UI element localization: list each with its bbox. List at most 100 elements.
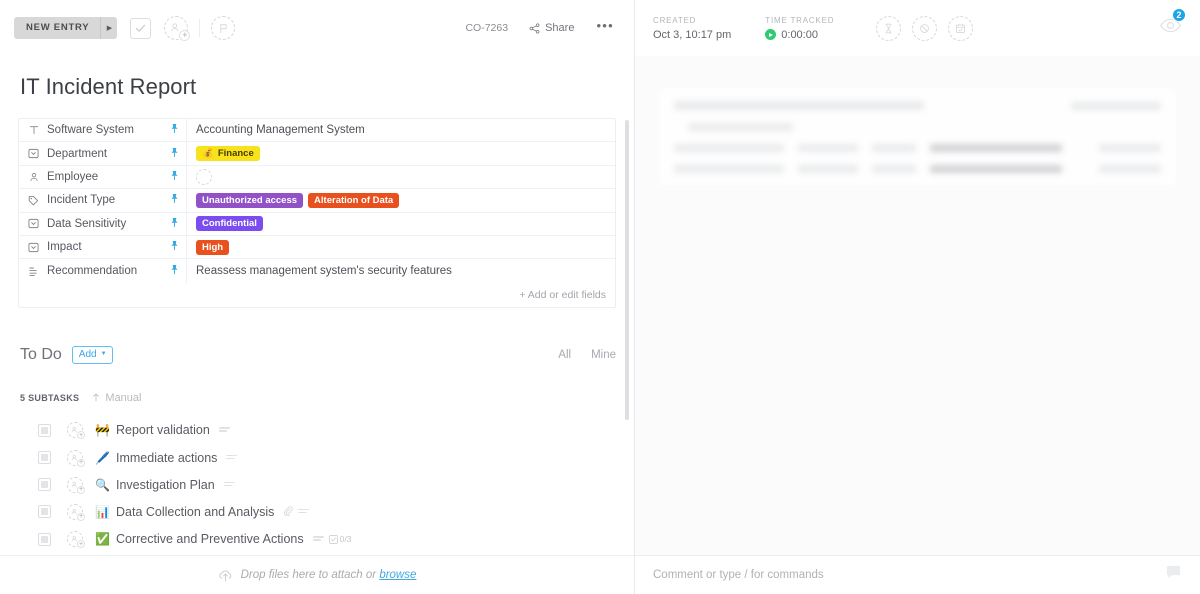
pin-icon[interactable]	[170, 191, 179, 209]
sort-order-button[interactable]: Manual	[92, 392, 141, 404]
subtask-assignee-button[interactable]: +	[67, 476, 85, 494]
field-value-cell[interactable]: 💰 Finance	[187, 142, 615, 164]
avatar-placeholder[interactable]	[196, 168, 212, 185]
description-icon	[312, 536, 324, 542]
field-value-cell[interactable]: Reassess management system's security fe…	[187, 259, 615, 282]
tag-chip[interactable]: Confidential	[196, 216, 263, 232]
field-row-incident-type[interactable]: Incident Type Unauthorized access Altera…	[19, 189, 615, 213]
filter-all[interactable]: All	[558, 349, 571, 361]
field-row-impact[interactable]: Impact High	[19, 235, 615, 260]
subtask-status-checkbox[interactable]	[38, 505, 51, 519]
field-name: Department	[47, 147, 108, 160]
placeholder-segment	[930, 144, 1062, 152]
field-value-cell[interactable]: Accounting Management System	[187, 119, 615, 141]
subtask-assignee-button[interactable]: +	[67, 531, 85, 549]
status-caret-icon[interactable]: ▶	[100, 17, 117, 39]
subtask-row[interactable]: + 🚧 Report validation	[18, 417, 616, 444]
subtask-row[interactable]: + 📊 Data Collection and Analysis	[18, 498, 616, 525]
hourglass-icon	[885, 23, 892, 33]
field-label-cell: Employee	[19, 165, 187, 189]
tag-chip[interactable]: 💰 Finance	[196, 146, 260, 162]
play-icon[interactable]	[765, 29, 777, 40]
field-row-employee[interactable]: Employee	[19, 165, 615, 190]
field-row-recommendation[interactable]: Recommendation Reassess management syste…	[19, 259, 615, 283]
subtask-row[interactable]: + 🖊️ Immediate actions	[18, 444, 616, 471]
field-row-department[interactable]: Department 💰 Finance	[19, 142, 615, 166]
field-row-software-system[interactable]: Software System Accounting Management Sy…	[19, 119, 615, 143]
text-icon	[27, 125, 40, 135]
share-button[interactable]: Share	[521, 18, 582, 38]
sort-arrow-icon	[93, 393, 100, 402]
dropdown-icon	[27, 218, 40, 229]
comment-bubble-icon[interactable]	[1165, 564, 1182, 586]
browse-link[interactable]: browse	[379, 569, 416, 581]
attachment-icon	[283, 503, 294, 521]
toolbar-right-group: CO-7263 Share •••	[458, 18, 620, 38]
placeholder-segment	[1099, 144, 1161, 152]
field-name: Employee	[47, 170, 99, 183]
track-time-button[interactable]	[912, 15, 938, 41]
field-label-cell: Data Sensitivity	[19, 212, 187, 235]
content-scrollbar[interactable]	[625, 120, 629, 555]
subtask-name[interactable]: Investigation Plan	[116, 478, 215, 492]
placeholder-segment	[688, 123, 793, 131]
task-id[interactable]: CO-7263	[458, 18, 515, 38]
toolbar-divider	[199, 19, 201, 37]
subtask-status-checkbox[interactable]	[38, 478, 51, 492]
subtask-row[interactable]: + ✅ Corrective and Preventive Actions 0/…	[18, 525, 616, 552]
add-assignee-button[interactable]: +	[164, 16, 191, 41]
pin-icon[interactable]	[170, 168, 179, 186]
field-value-cell[interactable]: High	[187, 236, 615, 258]
placeholder-segment	[872, 144, 916, 152]
set-priority-button[interactable]	[211, 16, 236, 40]
attachment-dropzone[interactable]: Drop files here to attach or browse	[0, 555, 634, 594]
add-or-edit-fields-link[interactable]: + Add or edit fields	[519, 289, 606, 301]
field-value-cell[interactable]: Confidential	[187, 213, 615, 235]
add-subtask-button[interactable]: Add ▼	[71, 345, 113, 364]
subtask-assignee-button[interactable]: +	[67, 422, 85, 440]
pin-icon[interactable]	[170, 238, 179, 256]
field-name: Impact	[47, 241, 82, 254]
subtask-name[interactable]: Report validation	[116, 423, 210, 437]
subtask-name[interactable]: Data Collection and Analysis	[116, 505, 274, 519]
set-due-date-button[interactable]	[948, 15, 974, 41]
mark-complete-button[interactable]	[130, 17, 152, 39]
dropdown-icon	[27, 148, 40, 159]
tag-chip[interactable]: High	[196, 239, 230, 255]
subtask-status-checkbox[interactable]	[38, 451, 51, 465]
scrollbar-thumb[interactable]	[625, 120, 629, 420]
field-row-data-sensitivity[interactable]: Data Sensitivity Confidential	[19, 212, 615, 236]
subtask-status-checkbox[interactable]	[38, 423, 51, 437]
task-toolbar: NEW ENTRY ▶ + CO-7263 Share •••	[0, 0, 634, 56]
pin-icon[interactable]	[170, 262, 179, 280]
watchers-button[interactable]: 2	[1159, 8, 1186, 42]
pin-icon[interactable]	[170, 121, 179, 139]
sort-order-label: Manual	[105, 391, 142, 404]
tag-chip[interactable]: Alteration of Data	[308, 192, 400, 208]
placeholder-segment	[674, 144, 784, 152]
comment-input[interactable]: Comment or type / for commands	[653, 569, 824, 581]
pin-icon[interactable]	[170, 215, 179, 233]
subtask-row[interactable]: + 🔍 Investigation Plan	[18, 471, 616, 498]
subtask-assignee-button[interactable]: +	[67, 449, 85, 467]
subtask-assignee-button[interactable]: +	[67, 503, 85, 521]
no-time-icon	[920, 23, 930, 33]
field-value-cell[interactable]	[187, 166, 615, 188]
tag-chip[interactable]: Unauthorized access	[196, 192, 304, 208]
pin-icon[interactable]	[170, 145, 179, 163]
more-options-button[interactable]: •••	[590, 19, 620, 37]
filter-mine[interactable]: Mine	[591, 349, 616, 361]
plus-icon: +	[77, 431, 85, 440]
comment-composer[interactable]: Comment or type / for commands	[635, 555, 1200, 594]
field-name: Incident Type	[47, 194, 116, 207]
flag-icon	[220, 23, 227, 33]
subtask-name[interactable]: Immediate actions	[116, 451, 217, 465]
time-tracked-block[interactable]: TIME TRACKED 0:00:00	[765, 16, 834, 41]
status-button[interactable]: NEW ENTRY ▶	[14, 17, 118, 39]
field-name: Data Sensitivity	[47, 217, 127, 230]
set-estimate-button[interactable]	[876, 15, 902, 41]
field-value-cell[interactable]: Unauthorized access Alteration of Data	[187, 189, 615, 211]
subtask-name[interactable]: Corrective and Preventive Actions	[116, 532, 304, 546]
subtask-status-checkbox[interactable]	[38, 532, 51, 546]
subtask-indicators	[283, 503, 310, 521]
